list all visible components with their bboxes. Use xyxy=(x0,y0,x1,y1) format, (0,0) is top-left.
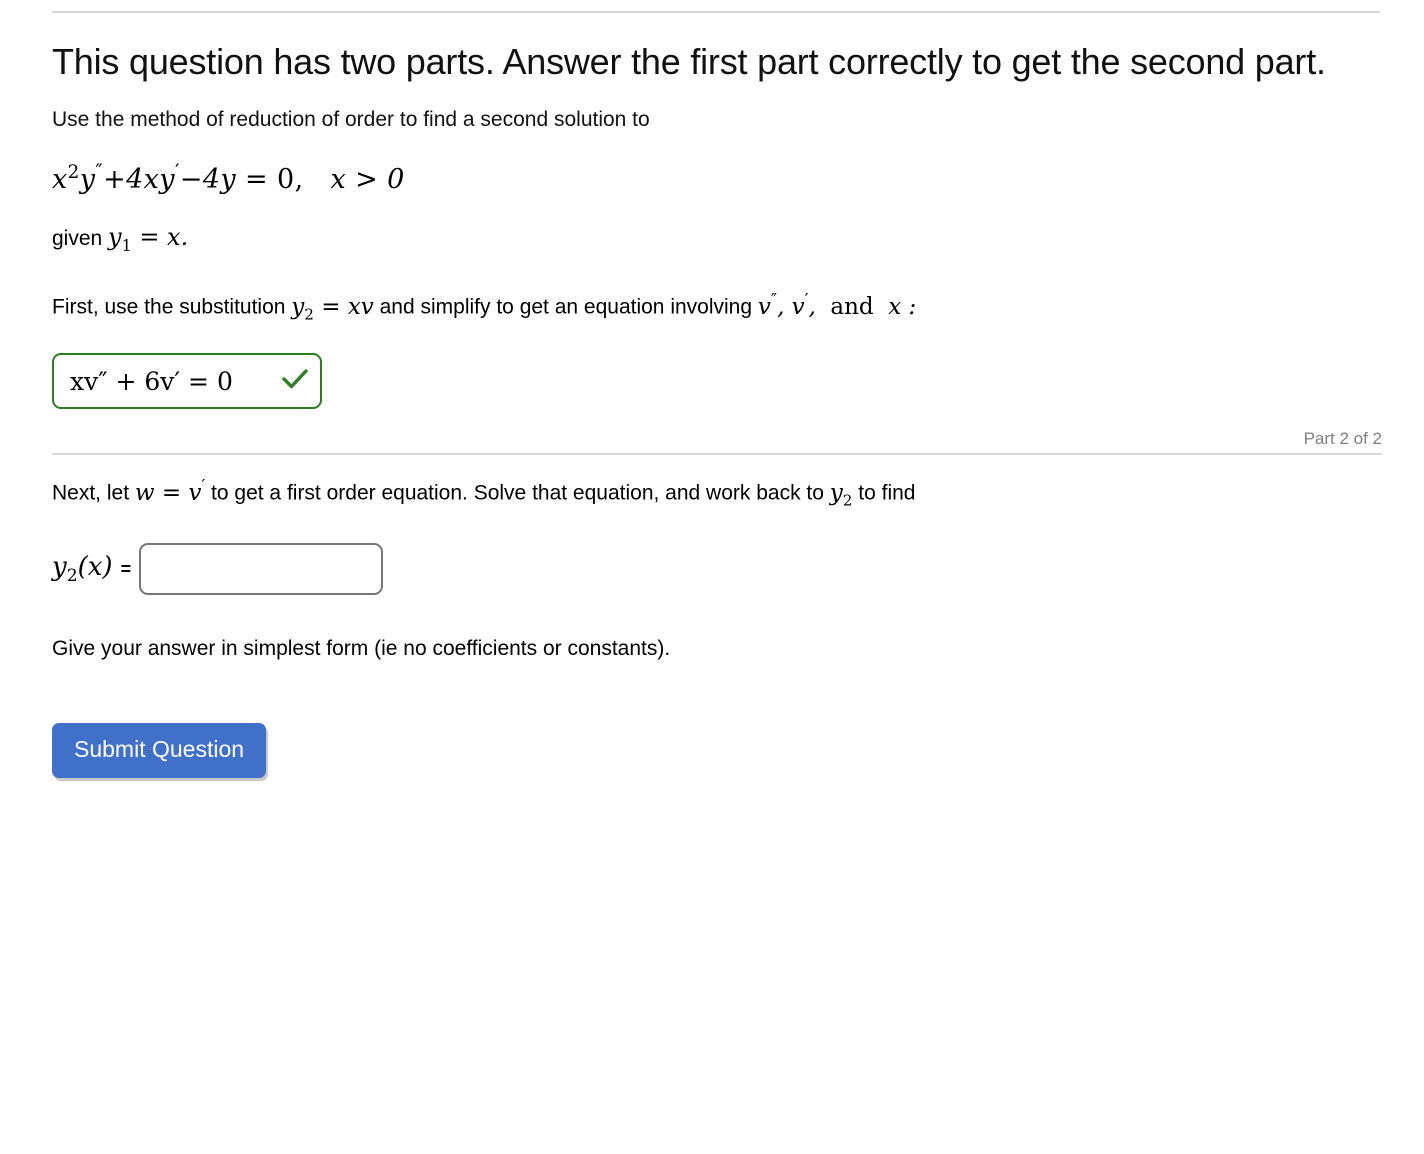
equation-equals: = 0, xyxy=(245,164,304,196)
top-divider xyxy=(52,11,1380,13)
part2-answer-input[interactable] xyxy=(139,543,384,596)
question-page: This question has two parts. Answer the … xyxy=(0,0,1424,1154)
given-line: given y1 = x. xyxy=(52,223,1386,255)
answer-format-note: Give your answer in simplest form (ie no… xyxy=(52,637,671,661)
differential-equation: x2y″+4xy′−4y = 0, x > 0 xyxy=(52,160,1386,195)
page-title: This question has two parts. Answer the … xyxy=(52,41,1326,82)
part1-instruction-middle: and simplify to get an equation involvin… xyxy=(373,295,758,319)
submit-row: Submit Question xyxy=(52,723,1386,779)
part1-answer-row: xv″ + 6v′ = 0 xyxy=(52,353,1386,410)
part2-instruction-after: to get a first order equation. Solve tha… xyxy=(205,481,830,505)
equation-lhs: x2y″+4xy′−4y xyxy=(52,160,237,196)
target-expression: y2 xyxy=(829,479,853,510)
given-prefix: given xyxy=(52,227,109,251)
part-divider xyxy=(52,453,1382,456)
question-content: This question has two parts. Answer the … xyxy=(52,40,1386,779)
let-expression: w = v′ xyxy=(134,476,206,506)
intro-text: Use the method of reduction of order to … xyxy=(52,107,650,131)
part2-instruction: Next, let w = v′ to get a first order eq… xyxy=(52,475,1386,511)
equation-domain: x > 0 xyxy=(312,164,405,196)
part-label: Part 2 of 2 xyxy=(1303,429,1382,449)
given-expression: y1 = x. xyxy=(108,223,189,256)
part1-instruction-before: First, use the substitution xyxy=(52,295,292,319)
part2-equals-sign: = xyxy=(120,558,132,579)
part1-answer-value: xv″ + 6v′ = 0 xyxy=(70,366,233,396)
part2-instruction-end: to find xyxy=(852,481,916,505)
check-icon xyxy=(282,368,308,394)
part1-instruction: First, use the substitution y2 = xv and … xyxy=(52,289,1386,325)
submit-question-button[interactable]: Submit Question xyxy=(52,723,267,779)
part2-answer-row: y2(x) = xyxy=(52,543,1386,596)
involving-expression: v″, v′, and x : xyxy=(757,290,917,320)
part1-answer-field[interactable]: xv″ + 6v′ = 0 xyxy=(52,353,322,410)
part2-instruction-before: Next, let xyxy=(52,481,135,505)
substitution-expression: y2 = xv xyxy=(291,293,374,324)
part2-answer-label: y2(x) xyxy=(52,551,113,587)
